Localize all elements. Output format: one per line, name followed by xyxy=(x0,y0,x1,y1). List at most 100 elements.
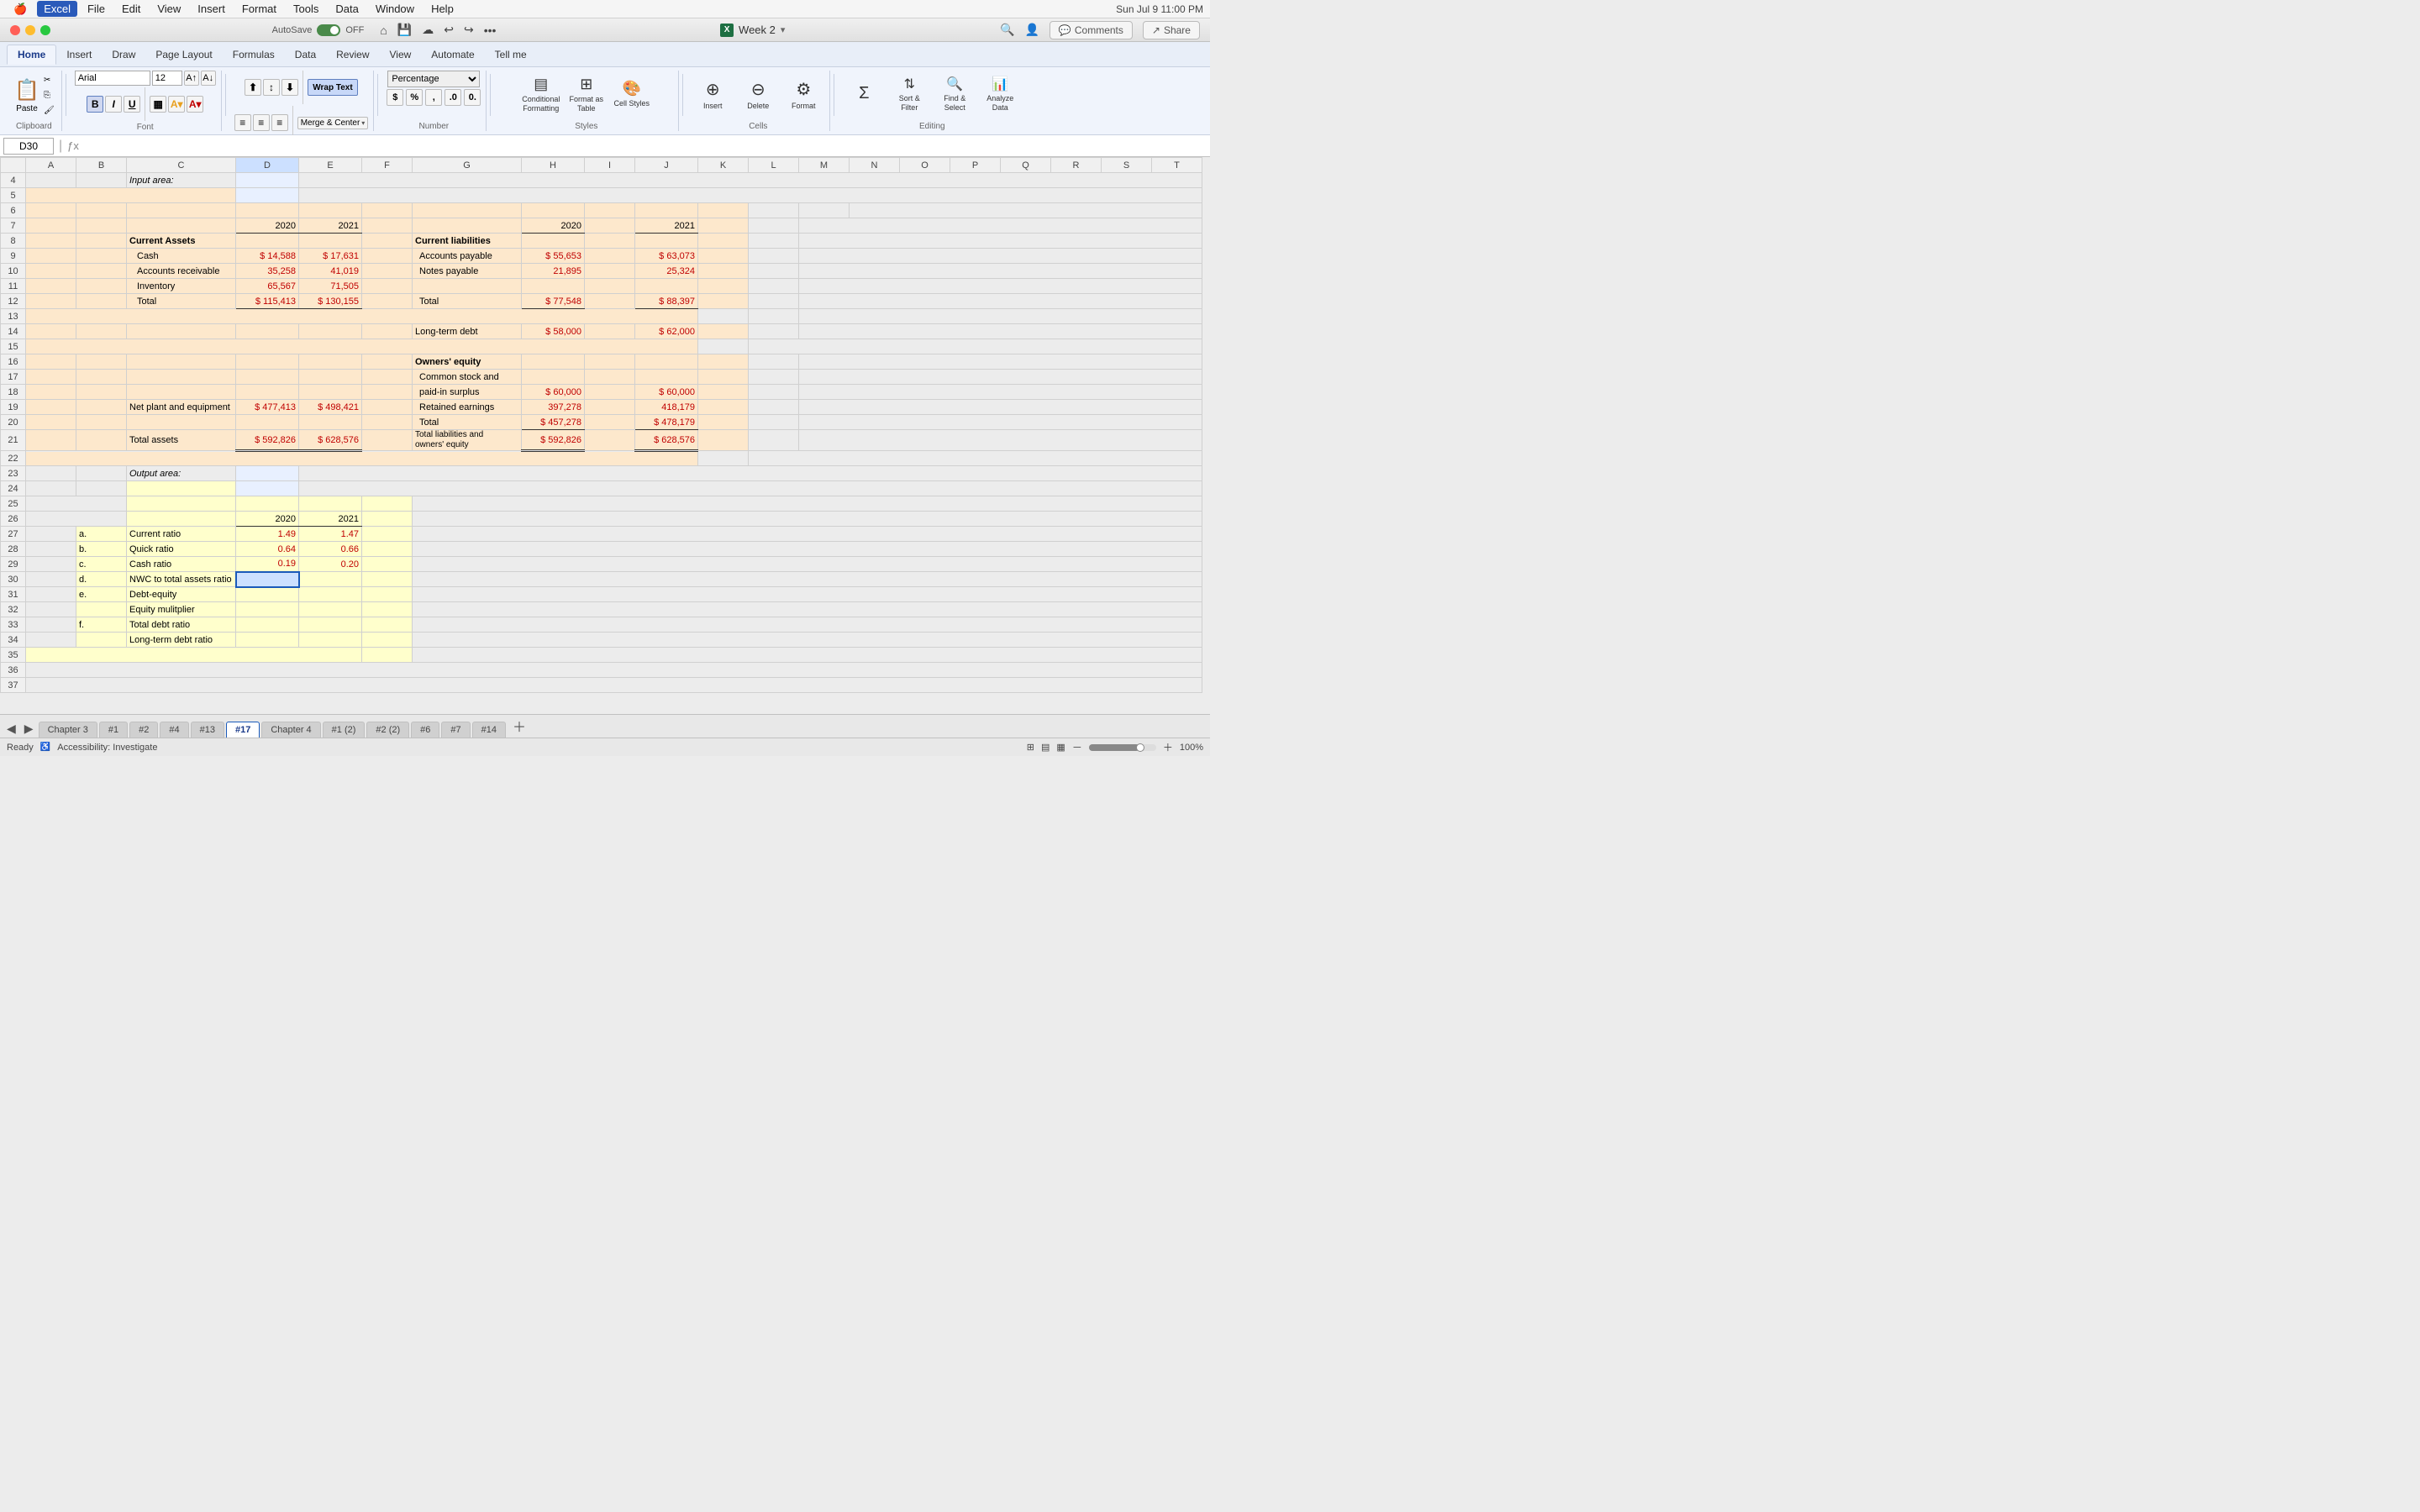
redo-icon[interactable]: ↪ xyxy=(461,21,476,39)
conditional-formatting-button[interactable]: ▤ Conditional Formatting xyxy=(520,71,562,118)
sheet-tab-4[interactable]: #4 xyxy=(160,722,188,738)
zoom-plus[interactable]: ＋ xyxy=(1163,740,1173,754)
menu-edit[interactable]: Edit xyxy=(115,1,147,17)
font-decrease-button[interactable]: A↓ xyxy=(201,71,216,86)
bold-button[interactable]: B xyxy=(87,96,103,113)
sheet-tab-1[interactable]: #1 xyxy=(99,722,128,738)
menu-tools[interactable]: Tools xyxy=(287,1,325,17)
add-sheet-button[interactable]: ＋ xyxy=(508,714,531,738)
close-button[interactable] xyxy=(10,25,20,35)
tab-automate[interactable]: Automate xyxy=(421,45,484,64)
tab-formulas[interactable]: Formulas xyxy=(223,45,285,64)
r4-d[interactable] xyxy=(236,173,299,188)
tab-insert[interactable]: Insert xyxy=(56,45,102,64)
align-bottom-button[interactable]: ⬇ xyxy=(281,79,298,96)
col-header-p[interactable]: P xyxy=(950,158,1001,173)
col-header-g[interactable]: G xyxy=(413,158,522,173)
align-top-button[interactable]: ⬆ xyxy=(245,79,261,96)
menu-view[interactable]: View xyxy=(150,1,187,17)
col-header-h[interactable]: H xyxy=(522,158,585,173)
sheet-tab-2-2[interactable]: #2 (2) xyxy=(366,722,409,738)
tab-view[interactable]: View xyxy=(380,45,422,64)
align-center-button[interactable]: ≡ xyxy=(253,114,270,131)
undo-icon[interactable]: ↩ xyxy=(441,21,456,39)
col-header-o[interactable]: O xyxy=(900,158,950,173)
sheet-tab-1-2[interactable]: #1 (2) xyxy=(323,722,366,738)
col-header-t[interactable]: T xyxy=(1152,158,1202,173)
col-header-a[interactable]: A xyxy=(26,158,76,173)
col-header-s[interactable]: S xyxy=(1102,158,1152,173)
r4-b[interactable] xyxy=(76,173,127,188)
underline-button[interactable]: U xyxy=(124,96,140,113)
sort-filter-button[interactable]: ⇅ Sort & Filter xyxy=(888,71,930,118)
paste-button[interactable]: 📋 Paste xyxy=(12,72,42,119)
menu-data[interactable]: Data xyxy=(329,1,365,17)
col-header-d[interactable]: D xyxy=(236,158,299,173)
function-icon[interactable]: ƒx xyxy=(67,139,79,152)
menu-help[interactable]: Help xyxy=(424,1,460,17)
share-icon[interactable]: 👤 xyxy=(1024,23,1039,37)
menu-insert[interactable]: Insert xyxy=(191,1,232,17)
view-page-break-icon[interactable]: ▤ xyxy=(1041,742,1050,753)
sheet-tab-17[interactable]: #17 xyxy=(226,722,260,738)
sheet-tab-13[interactable]: #13 xyxy=(191,722,224,738)
percent-button[interactable]: % xyxy=(406,89,423,106)
more-icon[interactable]: ••• xyxy=(481,22,499,39)
tab-page-layout[interactable]: Page Layout xyxy=(145,45,222,64)
tab-home[interactable]: Home xyxy=(7,45,56,65)
minimize-button[interactable] xyxy=(25,25,35,35)
r4-a[interactable] xyxy=(26,173,76,188)
borders-button[interactable]: ▦ xyxy=(150,96,166,113)
format-cells-button[interactable]: ⚙ Format xyxy=(782,71,824,118)
menu-window[interactable]: Window xyxy=(369,1,421,17)
comments-button[interactable]: 💬 Comments xyxy=(1050,21,1133,39)
col-header-k[interactable]: K xyxy=(698,158,749,173)
align-left-button[interactable]: ≡ xyxy=(234,114,251,131)
font-size-input[interactable] xyxy=(152,71,182,86)
sheet-tab-7[interactable]: #7 xyxy=(441,722,470,738)
r4-c[interactable]: Input area: xyxy=(127,173,236,188)
comma-button[interactable]: , xyxy=(425,89,442,106)
col-header-q[interactable]: Q xyxy=(1001,158,1051,173)
sheet-tab-14[interactable]: #14 xyxy=(472,722,506,738)
menu-file[interactable]: File xyxy=(81,1,112,17)
sheet-tab-chapter3[interactable]: Chapter 3 xyxy=(39,722,97,738)
col-header-c[interactable]: C xyxy=(127,158,236,173)
wrap-text-button[interactable]: Wrap Text xyxy=(308,79,358,96)
col-header-b[interactable]: B xyxy=(76,158,127,173)
tab-tell-me[interactable]: Tell me xyxy=(485,45,537,64)
share-button[interactable]: ↗ Share xyxy=(1143,21,1200,39)
decrease-decimal-button[interactable]: 0. xyxy=(464,89,481,106)
scroll-tabs-left[interactable]: ◀ xyxy=(3,720,19,738)
col-header-e[interactable]: E xyxy=(299,158,362,173)
tab-review[interactable]: Review xyxy=(326,45,379,64)
col-header-j[interactable]: J xyxy=(635,158,698,173)
cell-styles-button[interactable]: 🎨 Cell Styles xyxy=(611,71,653,118)
format-as-table-button[interactable]: ⊞ Format as Table xyxy=(566,71,608,118)
r30-d-selected[interactable] xyxy=(236,572,299,587)
col-header-r[interactable]: R xyxy=(1051,158,1102,173)
font-name-input[interactable] xyxy=(75,71,150,86)
apple-menu[interactable]: 🍎 xyxy=(7,1,34,18)
analyze-data-button[interactable]: 📊 Analyze Data xyxy=(979,71,1021,118)
col-header-n[interactable]: N xyxy=(850,158,900,173)
zoom-slider-thumb[interactable] xyxy=(1136,743,1144,752)
col-header-i[interactable]: I xyxy=(585,158,635,173)
formula-input[interactable] xyxy=(82,138,1207,155)
sheet-tab-6[interactable]: #6 xyxy=(411,722,439,738)
save-icon[interactable]: 💾 xyxy=(395,21,414,39)
font-increase-button[interactable]: A↑ xyxy=(184,71,199,86)
col-header-m[interactable]: M xyxy=(799,158,850,173)
delete-cells-button[interactable]: ⊖ Delete xyxy=(737,71,779,118)
menu-format[interactable]: Format xyxy=(235,1,283,17)
scroll-tabs-right[interactable]: ▶ xyxy=(21,720,37,738)
col-header-l[interactable]: L xyxy=(749,158,799,173)
tab-draw[interactable]: Draw xyxy=(102,45,145,64)
sheet-tab-2[interactable]: #2 xyxy=(129,722,158,738)
home-icon[interactable]: ⌂ xyxy=(377,22,389,39)
font-color-button[interactable]: A▾ xyxy=(187,96,203,113)
increase-decimal-button[interactable]: .0 xyxy=(445,89,461,106)
maximize-button[interactable] xyxy=(40,25,50,35)
italic-button[interactable]: I xyxy=(105,96,122,113)
sheet-tab-chapter4[interactable]: Chapter 4 xyxy=(261,722,320,738)
